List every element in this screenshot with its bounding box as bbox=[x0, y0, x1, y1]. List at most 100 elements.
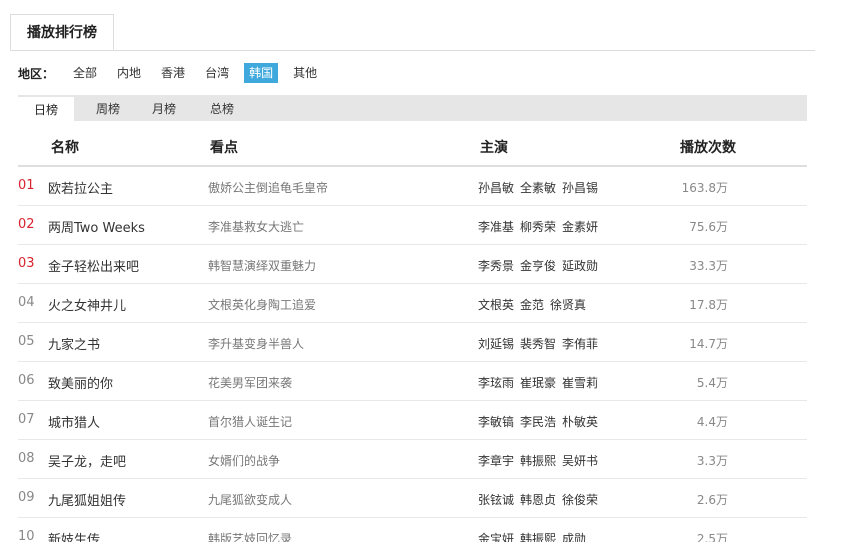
cast-list: 李准基 柳秀荣 金素妍 bbox=[478, 218, 604, 235]
cast-member-link[interactable]: 朴敏英 bbox=[562, 415, 598, 429]
cast-member-link[interactable]: 李玹雨 bbox=[478, 376, 514, 390]
rank-number: 09 bbox=[18, 490, 35, 505]
show-highlight: 韩智慧演绎双重魅力 bbox=[208, 259, 317, 273]
table-row[interactable]: 07 城市猎人 首尔猎人诞生记 李敏镐 李民浩 朴敏英 4.4万 bbox=[18, 401, 807, 440]
show-title-link[interactable]: 两周Two Weeks bbox=[48, 217, 145, 236]
show-highlight: 傲娇公主倒追龟毛皇帝 bbox=[208, 181, 329, 195]
region-option-taiwan[interactable]: 台湾 bbox=[200, 63, 234, 83]
tab-monthly[interactable]: 月榜 bbox=[144, 95, 184, 121]
region-option-all[interactable]: 全部 bbox=[68, 63, 102, 83]
cast-member-link[interactable]: 吴妍书 bbox=[562, 454, 598, 468]
cast-list: 李敏镐 李民浩 朴敏英 bbox=[478, 413, 604, 430]
cast-member-link[interactable]: 文根英 bbox=[478, 298, 514, 312]
cast-member-link[interactable]: 李民浩 bbox=[520, 415, 556, 429]
region-option-hongkong[interactable]: 香港 bbox=[156, 63, 190, 83]
region-option-other[interactable]: 其他 bbox=[288, 63, 322, 83]
show-title-link[interactable]: 九尾狐姐姐传 bbox=[48, 490, 126, 509]
table-row[interactable]: 02 两周Two Weeks 李准基救女大逃亡 李准基 柳秀荣 金素妍 75.6万 bbox=[18, 206, 807, 245]
table-row[interactable]: 01 欧若拉公主 傲娇公主倒追龟毛皇帝 孙昌敏 全素敏 孙昌锡 163.8万 bbox=[18, 167, 807, 206]
show-title-link[interactable]: 致美丽的你 bbox=[48, 373, 113, 392]
cast-member-link[interactable]: 韩振熙 bbox=[520, 532, 556, 542]
cast-member-link[interactable]: 张铉诚 bbox=[478, 493, 514, 507]
cast-member-link[interactable]: 孙昌锡 bbox=[562, 181, 598, 195]
cast-member-link[interactable]: 李侑菲 bbox=[562, 337, 598, 351]
ranking-table: 名称 看点 主演 播放次数 01 欧若拉公主 傲娇公主倒追龟毛皇帝 孙昌敏 全素敏 孙昌锡… bbox=[18, 128, 807, 542]
play-count: 2.5万 bbox=[696, 532, 728, 542]
table-row[interactable]: 04 火之女神井儿 文根英化身陶工追爱 文根英 金范 徐贤真 17.8万 bbox=[18, 284, 807, 323]
cast-member-link[interactable]: 李秀景 bbox=[478, 259, 514, 273]
play-count: 17.8万 bbox=[689, 298, 728, 312]
cast-member-link[interactable]: 金亨俊 bbox=[520, 259, 556, 273]
show-title-link[interactable]: 吴子龙，走吧 bbox=[48, 451, 126, 470]
table-row[interactable]: 10 新妓生传 韩版艺妓回忆录 金宝妍 韩振熙 成勋 2.5万 bbox=[18, 518, 807, 542]
cast-list: 金宝妍 韩振熙 成勋 bbox=[478, 530, 592, 542]
play-count: 5.4万 bbox=[696, 376, 728, 390]
show-title-link[interactable]: 火之女神井儿 bbox=[48, 295, 126, 314]
cast-list: 刘延锡 裴秀智 李侑菲 bbox=[478, 335, 604, 352]
table-row[interactable]: 09 九尾狐姐姐传 九尾狐欲变成人 张铉诚 韩恩贞 徐俊荣 2.6万 bbox=[18, 479, 807, 518]
rank-number: 08 bbox=[18, 451, 35, 466]
show-highlight: 李升基变身半兽人 bbox=[208, 337, 305, 351]
table-header: 名称 看点 主演 播放次数 bbox=[18, 128, 807, 167]
play-count: 2.6万 bbox=[696, 493, 728, 507]
show-title-link[interactable]: 城市猎人 bbox=[48, 412, 100, 431]
play-count: 14.7万 bbox=[689, 337, 728, 351]
cast-list: 文根英 金范 徐贤真 bbox=[478, 296, 592, 313]
cast-member-link[interactable]: 延政勋 bbox=[562, 259, 598, 273]
column-header-plays: 播放次数 bbox=[680, 140, 736, 156]
column-header-cast: 主演 bbox=[480, 140, 508, 156]
cast-list: 孙昌敏 全素敏 孙昌锡 bbox=[478, 179, 604, 196]
show-highlight: 女婿们的战争 bbox=[208, 454, 281, 468]
cast-member-link[interactable]: 崔珉豪 bbox=[520, 376, 556, 390]
cast-member-link[interactable]: 徐俊荣 bbox=[562, 493, 598, 507]
cast-member-link[interactable]: 全素敏 bbox=[520, 181, 556, 195]
cast-member-link[interactable]: 韩恩贞 bbox=[520, 493, 556, 507]
cast-member-link[interactable]: 刘延锡 bbox=[478, 337, 514, 351]
region-filter-label: 地区： bbox=[18, 66, 55, 81]
cast-member-link[interactable]: 孙昌敏 bbox=[478, 181, 514, 195]
cast-member-link[interactable]: 柳秀荣 bbox=[520, 220, 556, 234]
rank-number: 03 bbox=[18, 256, 35, 271]
cast-member-link[interactable]: 崔雪莉 bbox=[562, 376, 598, 390]
play-count: 75.6万 bbox=[689, 220, 728, 234]
region-option-korea[interactable]: 韩国 bbox=[244, 63, 279, 83]
tab-weekly[interactable]: 周榜 bbox=[88, 95, 128, 121]
cast-member-link[interactable]: 裴秀智 bbox=[520, 337, 556, 351]
table-row[interactable]: 03 金子轻松出来吧 韩智慧演绎双重魅力 李秀景 金亨俊 延政勋 33.3万 bbox=[18, 245, 807, 284]
cast-member-link[interactable]: 李准基 bbox=[478, 220, 514, 234]
region-filter: 地区： 全部 内地 香港 台湾 韩国 其他 bbox=[18, 62, 332, 84]
show-highlight: 韩版艺妓回忆录 bbox=[208, 532, 293, 542]
cast-member-link[interactable]: 韩振熙 bbox=[520, 454, 556, 468]
tab-play-ranking[interactable]: 播放排行榜 bbox=[10, 14, 114, 50]
cast-member-link[interactable]: 金宝妍 bbox=[478, 532, 514, 542]
rank-number: 10 bbox=[18, 529, 35, 542]
show-title-link[interactable]: 欧若拉公主 bbox=[48, 178, 113, 197]
cast-member-link[interactable]: 李章宇 bbox=[478, 454, 514, 468]
table-row[interactable]: 08 吴子龙，走吧 女婿们的战争 李章宇 韩振熙 吴妍书 3.3万 bbox=[18, 440, 807, 479]
show-highlight: 九尾狐欲变成人 bbox=[208, 493, 293, 507]
tab-all-time[interactable]: 总榜 bbox=[202, 95, 242, 121]
show-title-link[interactable]: 金子轻松出来吧 bbox=[48, 256, 139, 275]
table-row[interactable]: 05 九家之书 李升基变身半兽人 刘延锡 裴秀智 李侑菲 14.7万 bbox=[18, 323, 807, 362]
rank-number: 02 bbox=[18, 217, 35, 232]
show-title-link[interactable]: 九家之书 bbox=[48, 334, 100, 353]
cast-member-link[interactable]: 徐贤真 bbox=[550, 298, 586, 312]
show-title-link[interactable]: 新妓生传 bbox=[48, 529, 100, 542]
cast-list: 李秀景 金亨俊 延政勋 bbox=[478, 257, 604, 274]
column-header-highlight: 看点 bbox=[210, 140, 238, 156]
rank-number: 05 bbox=[18, 334, 35, 349]
cast-member-link[interactable]: 金范 bbox=[520, 298, 544, 312]
table-body: 01 欧若拉公主 傲娇公主倒追龟毛皇帝 孙昌敏 全素敏 孙昌锡 163.8万 02 两周Two … bbox=[18, 167, 807, 542]
rank-number: 06 bbox=[18, 373, 35, 388]
cast-list: 张铉诚 韩恩贞 徐俊荣 bbox=[478, 491, 604, 508]
region-option-mainland[interactable]: 内地 bbox=[112, 63, 146, 83]
show-highlight: 李准基救女大逃亡 bbox=[208, 220, 305, 234]
play-count: 33.3万 bbox=[689, 259, 728, 273]
cast-member-link[interactable]: 金素妍 bbox=[562, 220, 598, 234]
cast-member-link[interactable]: 李敏镐 bbox=[478, 415, 514, 429]
play-ranking-page: 播放排行榜 地区： 全部 内地 香港 台湾 韩国 其他 日榜 周榜 月榜 总榜 … bbox=[0, 0, 845, 542]
table-row[interactable]: 06 致美丽的你 花美男军团来袭 李玹雨 崔珉豪 崔雪莉 5.4万 bbox=[18, 362, 807, 401]
cast-member-link[interactable]: 成勋 bbox=[562, 532, 586, 542]
rank-number: 04 bbox=[18, 295, 35, 310]
tab-daily[interactable]: 日榜 bbox=[18, 95, 74, 121]
